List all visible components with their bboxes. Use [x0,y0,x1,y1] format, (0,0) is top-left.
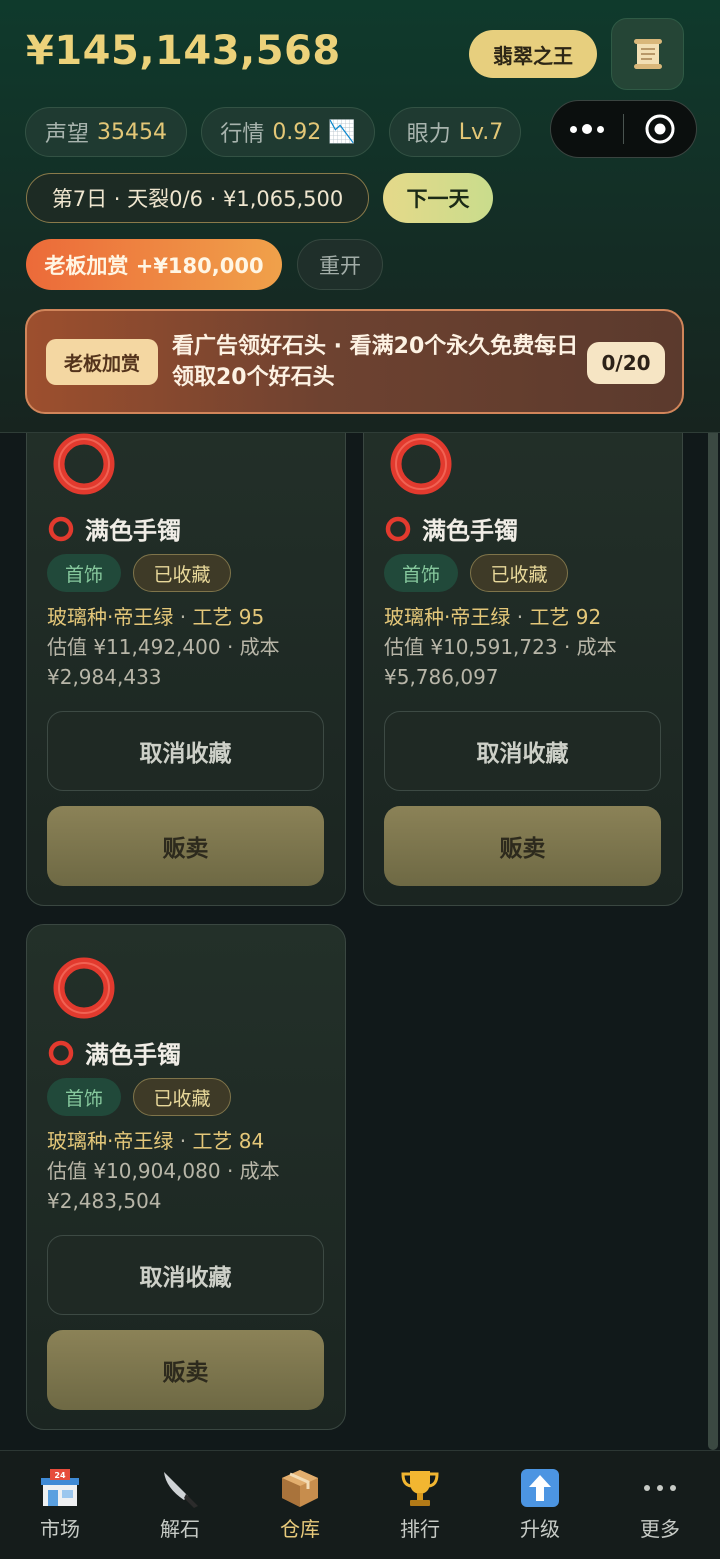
more-dots-icon [637,1465,683,1511]
item-name: 满色手镯 [85,1041,181,1069]
ad-progress-count: 0/20 [587,342,665,384]
svg-text:24: 24 [54,1471,66,1480]
item-info: 玻璃种·帝王绿 · 工艺 92 估值 ¥10,591,723 · 成本 ¥5,7… [384,602,669,692]
nav-ranking[interactable]: 排行 [360,1451,480,1559]
title-badge[interactable]: 翡翠之王 [469,30,597,78]
close-miniprogram-button[interactable] [624,112,696,146]
item-craft: 工艺 84 [192,1129,265,1153]
item-title: 满色手镯 [47,1035,181,1070]
bangle-icon [48,1040,74,1065]
unfavorite-button[interactable]: 取消收藏 [47,711,324,791]
restart-button[interactable]: 重开 [297,239,383,290]
banner-tag: 老板加赏 [46,339,158,385]
stat-label: 声望 [44,122,89,147]
stat-value: Lv.7 [458,119,504,145]
nav-label: 升级 [520,1517,560,1541]
nav-more[interactable]: 更多 [600,1451,720,1559]
stat-label: 行情 [220,122,265,147]
item-quality: 玻璃种·帝王绿 [384,605,511,629]
ad-reward-banner[interactable]: 老板加赏 看广告领好石头 · 看满20个永久免费每日领取20个好石头 0/20 [25,309,684,414]
reputation-stat: 声望 35454 [25,107,187,157]
favorited-badge: 已收藏 [133,554,231,592]
package-icon [277,1465,323,1511]
scroll-log-button[interactable] [611,18,684,90]
item-info: 玻璃种·帝王绿 · 工艺 95 估值 ¥11,492,400 · 成本 ¥2,9… [47,602,332,692]
top-header: ¥145,143,568 翡翠之王 声望 35454 行情 0.92 📉 眼力 … [0,0,720,433]
item-info: 玻璃种·帝王绿 · 工艺 84 估值 ¥10,904,080 · 成本 ¥2,4… [47,1126,332,1216]
convenience-store-icon: 24 [37,1465,83,1511]
item-cost: ¥2,984,433 [47,665,162,689]
favorited-badge: 已收藏 [133,1078,231,1116]
item-quality: 玻璃种·帝王绿 [47,605,174,629]
item-title: 满色手镯 [384,511,518,546]
category-tag: 首饰 [47,1078,121,1116]
market-stat: 行情 0.92 📉 [201,107,375,157]
target-icon [645,114,675,144]
nav-label: 仓库 [280,1517,320,1541]
scroll-icon [633,39,662,69]
day-status: 第7日 · 天裂0/6 · ¥1,065,500 [26,173,369,223]
nav-label: 解石 [160,1517,200,1541]
item-card: 满色手镯 首饰 已收藏 玻璃种·帝王绿 · 工艺 92 估值 ¥10,591,7… [363,390,683,906]
up-arrow-icon [517,1465,563,1511]
bangle-icon [385,516,411,541]
nav-label: 市场 [40,1517,80,1541]
more-menu-button[interactable] [551,124,623,134]
item-craft: 工艺 92 [529,605,602,629]
trophy-icon [397,1465,443,1511]
next-day-button[interactable]: 下一天 [383,173,493,223]
favorited-badge: 已收藏 [470,554,568,592]
nav-warehouse[interactable]: 仓库 [240,1451,360,1559]
bangle-icon [53,957,115,1019]
bottom-nav: 24 市场 解石 仓库 排行 升级 更多 [0,1450,720,1559]
unfavorite-button[interactable]: 取消收藏 [47,1235,324,1315]
item-value: 估值 ¥10,904,080 · 成本 [47,1159,280,1183]
unfavorite-button[interactable]: 取消收藏 [384,711,661,791]
item-title: 满色手镯 [47,511,181,546]
item-value: 估值 ¥11,492,400 · 成本 [47,635,280,659]
bangle-icon [53,433,115,495]
category-tag: 首饰 [384,554,458,592]
sell-button[interactable]: 贩卖 [47,1330,324,1410]
boss-bonus-button[interactable]: 老板加赏 +¥180,000 [26,239,282,290]
item-value: 估值 ¥10,591,723 · 成本 [384,635,617,659]
nav-label: 更多 [640,1517,680,1541]
item-card: 满色手镯 首饰 已收藏 玻璃种·帝王绿 · 工艺 84 估值 ¥10,904,0… [26,924,346,1430]
miniprogram-capsule [550,100,697,158]
stat-label: 眼力 [406,122,451,147]
item-quality: 玻璃种·帝王绿 [47,1129,174,1153]
item-card: 满色手镯 首饰 已收藏 玻璃种·帝王绿 · 工艺 95 估值 ¥11,492,4… [26,390,346,906]
nav-upgrade[interactable]: 升级 [480,1451,600,1559]
balance-amount: ¥145,143,568 [26,28,341,74]
nav-cut-stone[interactable]: 解石 [120,1451,240,1559]
nav-market[interactable]: 24 市场 [0,1451,120,1559]
item-name: 满色手镯 [422,517,518,545]
nav-label: 排行 [400,1517,440,1541]
stat-value: 0.92 📉 [272,119,356,145]
sell-button[interactable]: 贩卖 [47,806,324,886]
knife-icon [157,1465,203,1511]
item-craft: 工艺 95 [192,605,265,629]
bangle-icon [48,516,74,541]
bangle-icon [390,433,452,495]
banner-text: 看广告领好石头 · 看满20个永久免费每日领取20个好石头 [172,334,579,390]
sell-button[interactable]: 贩卖 [384,806,661,886]
item-cost: ¥5,786,097 [384,665,499,689]
item-cost: ¥2,483,504 [47,1189,162,1213]
category-tag: 首饰 [47,554,121,592]
stat-value: 35454 [97,119,167,145]
item-name: 满色手镯 [85,517,181,545]
eyesight-stat: 眼力 Lv.7 [389,107,521,157]
